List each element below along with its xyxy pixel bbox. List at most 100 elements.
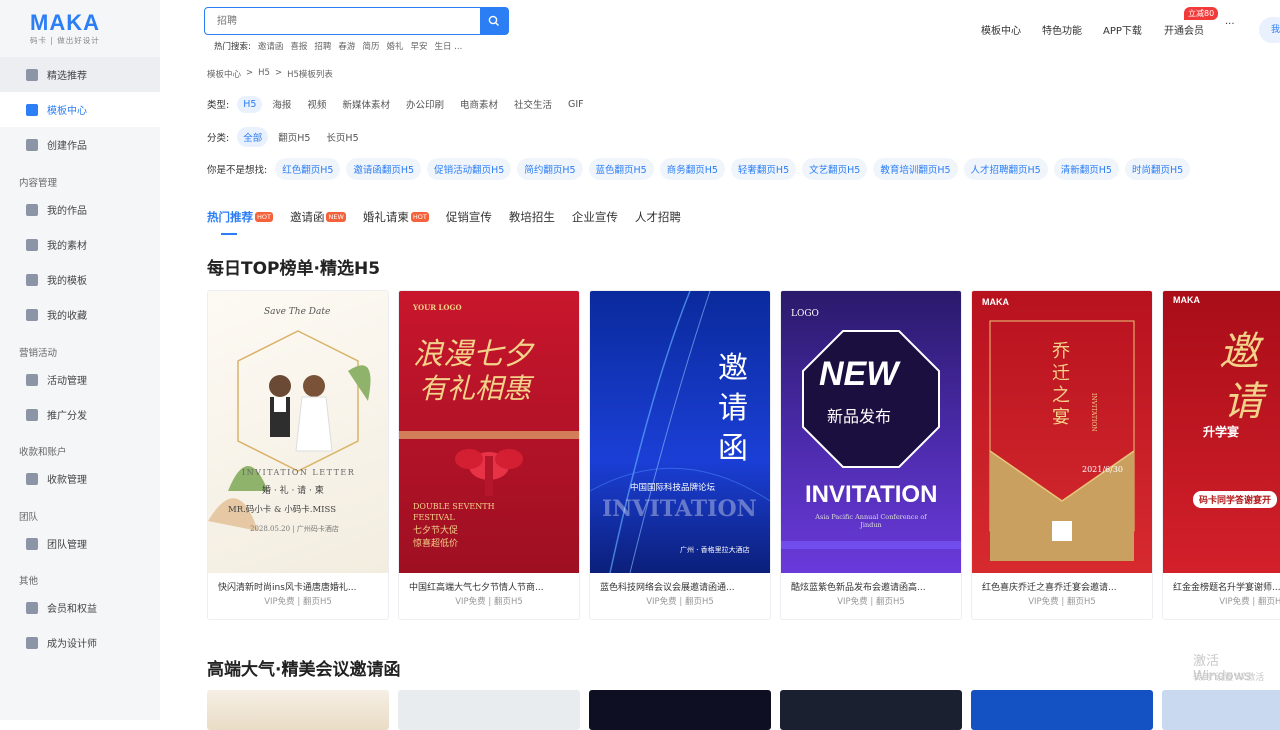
hot-term[interactable]: 婚礼 xyxy=(386,40,403,52)
sidebar-item-designer[interactable]: 成为设计师 xyxy=(0,625,160,660)
template-card[interactable]: LOGO NEW 新品发布 INVITATION Asia Pacific An… xyxy=(780,290,962,620)
tab-education[interactable]: 教培招生 xyxy=(509,208,555,226)
tab-promotion[interactable]: 促销宣传 xyxy=(446,208,492,226)
sidebar-item-payment[interactable]: 收款管理 xyxy=(0,461,160,496)
sidebar: MAKA 码卡 | 做出好设计 精选推荐 模板中心 创建作品 内容管理 我的作品… xyxy=(0,0,160,720)
tab-invitation[interactable]: 邀请函 NEW xyxy=(290,208,346,226)
vip-discount-badge: 立减80 xyxy=(1184,7,1219,20)
template-card[interactable] xyxy=(207,690,389,730)
suggest-chip[interactable]: 清新翻页H5 xyxy=(1053,158,1119,180)
type-option[interactable]: 海报 xyxy=(266,94,297,114)
template-title: 蓝色科技网络会议会展邀请函通... xyxy=(600,583,735,593)
topnav-vip[interactable]: 开通会员 xyxy=(1164,22,1204,37)
category-option[interactable]: 全部 xyxy=(237,127,269,147)
suggest-chip[interactable]: 时尚翻页H5 xyxy=(1124,158,1191,180)
type-option[interactable]: 新媒体素材 xyxy=(336,94,396,114)
sidebar-item-team[interactable]: 团队管理 xyxy=(0,526,160,561)
suggest-chip[interactable]: 文艺翻页H5 xyxy=(802,158,868,180)
suggest-chip[interactable]: 商务翻页H5 xyxy=(659,158,725,180)
sidebar-item-favorites[interactable]: 我的收藏 xyxy=(0,297,160,332)
search-bar xyxy=(204,7,509,35)
hot-term[interactable]: 早安 xyxy=(410,40,427,52)
hot-term[interactable]: 招聘 xyxy=(314,40,331,52)
bar-chart-icon xyxy=(26,373,38,386)
team-icon xyxy=(26,537,38,550)
sidebar-item-my-works[interactable]: 我的作品 xyxy=(0,192,160,227)
template-card[interactable] xyxy=(780,690,962,730)
filter-type: 类型: H5 海报 视频 新媒体素材 办公印刷 电商素材 社交生活 GIF xyxy=(207,94,594,114)
category-option[interactable]: 翻页H5 xyxy=(272,127,316,147)
type-option[interactable]: 视频 xyxy=(301,94,332,114)
template-card[interactable]: MAKA 乔迁之宴 INVITATION 2021/6/30 红色喜庆乔迁之喜乔… xyxy=(971,290,1153,620)
sidebar-item-my-templates[interactable]: 我的模板 xyxy=(0,262,160,297)
template-card[interactable] xyxy=(1162,690,1280,730)
suggest-chip[interactable]: 教育培训翻页H5 xyxy=(873,158,958,180)
search-input[interactable] xyxy=(205,8,480,34)
suggest-chip[interactable]: 促销活动翻页H5 xyxy=(427,158,512,180)
template-card[interactable] xyxy=(589,690,771,730)
type-option[interactable]: 办公印刷 xyxy=(400,94,450,114)
template-card[interactable] xyxy=(971,690,1153,730)
diamond-icon xyxy=(26,601,38,614)
hot-search: 热门搜索: 邀请函 喜报 招聘 春游 简历 婚礼 早安 生日 ... xyxy=(214,40,463,52)
hot-term[interactable]: 生日 ... xyxy=(434,40,462,52)
template-title: 红金金榜题名升学宴谢师... xyxy=(1173,583,1280,593)
filter-category: 分类: 全部 翻页H5 长页H5 xyxy=(207,127,369,147)
tab-corporate[interactable]: 企业宣传 xyxy=(572,208,618,226)
avatar[interactable]: 我 xyxy=(1259,17,1280,43)
sidebar-item-featured[interactable]: 精选推荐 xyxy=(0,57,160,92)
type-option[interactable]: 社交生活 xyxy=(508,94,558,114)
template-title: 红色喜庆乔迁之喜乔迁宴会邀请... xyxy=(982,583,1117,593)
maka-logo[interactable]: MAKA 码卡 | 做出好设计 xyxy=(30,12,120,46)
hot-term[interactable]: 春游 xyxy=(338,40,355,52)
template-title: 中国红高端大气七夕节情人节商... xyxy=(409,583,544,593)
suggest-chip[interactable]: 红色翻页H5 xyxy=(275,158,341,180)
group-team: 团队 xyxy=(19,512,39,523)
sidebar-item-distribution[interactable]: 推广分发 xyxy=(0,397,160,432)
group-content: 内容管理 xyxy=(19,178,58,189)
type-option[interactable]: GIF xyxy=(562,96,590,113)
hot-term[interactable]: 邀请函 xyxy=(258,40,284,52)
template-thumbnail: 邀 请 函 中国国际科技品牌论坛 INVITATION 广州 · 香格里拉大酒店 xyxy=(590,291,770,573)
sidebar-item-membership[interactable]: 会员和权益 xyxy=(0,590,160,625)
hot-term[interactable]: 简历 xyxy=(362,40,379,52)
hot-badge: HOT xyxy=(410,212,429,222)
sidebar-item-my-assets[interactable]: 我的素材 xyxy=(0,227,160,262)
sidebar-item-template-center[interactable]: 模板中心 xyxy=(0,92,160,127)
breadcrumb-item[interactable]: H5 xyxy=(258,68,270,80)
template-card[interactable]: Save The Date INVITATION LETTER 婚 · 礼 · … xyxy=(207,290,389,620)
section-title: 每日TOP榜单·精选H5 xyxy=(207,259,381,279)
tab-wedding[interactable]: 婚礼请柬 HOT xyxy=(363,208,429,226)
breadcrumb: 模板中心 > H5 > H5模板列表 xyxy=(207,68,333,80)
search-icon xyxy=(488,15,499,26)
template-card[interactable]: YOUR LOGO 浪漫七夕 有礼相惠 DOUBLE SEVENTH FESTI… xyxy=(398,290,580,620)
image-icon xyxy=(26,203,38,216)
envelope-illustration xyxy=(989,320,1135,561)
more-icon[interactable]: ··· xyxy=(1225,19,1235,30)
sidebar-item-create[interactable]: 创建作品 xyxy=(0,127,160,162)
topnav-template-center[interactable]: 模板中心 xyxy=(981,22,1021,37)
topnav-features[interactable]: 特色功能 xyxy=(1042,22,1082,37)
suggest-chip[interactable]: 简约翻页H5 xyxy=(517,158,583,180)
template-meta: VIP免费 | 翻页H5 xyxy=(837,597,905,607)
windows-activation-hint: 转到"设置"以激活 xyxy=(1193,673,1265,683)
template-card[interactable]: MAKA 邀 请 升学宴 码卡同学答谢宴开 红金金榜题名升学宴谢师... VIP… xyxy=(1162,290,1280,620)
suggest-chip[interactable]: 轻奢翻页H5 xyxy=(730,158,797,180)
template-card[interactable] xyxy=(398,690,580,730)
hot-term[interactable]: 喜报 xyxy=(290,40,307,52)
section-title: 高端大气·精美会议邀请函 xyxy=(207,660,401,680)
template-card[interactable]: 邀 请 函 中国国际科技品牌论坛 INVITATION 广州 · 香格里拉大酒店… xyxy=(589,290,771,620)
search-button[interactable] xyxy=(480,8,508,34)
octagon-illustration xyxy=(781,330,961,549)
type-option[interactable]: H5 xyxy=(237,95,263,113)
suggest-chip[interactable]: 蓝色翻页H5 xyxy=(588,158,654,180)
suggest-chip[interactable]: 邀请函翻页H5 xyxy=(346,158,422,180)
tab-hot[interactable]: 热门推荐 HOT xyxy=(207,208,273,235)
type-option[interactable]: 电商素材 xyxy=(454,94,504,114)
topnav-app-download[interactable]: APP下载 xyxy=(1103,22,1142,37)
sidebar-item-activity[interactable]: 活动管理 xyxy=(0,362,160,397)
category-option[interactable]: 长页H5 xyxy=(320,127,364,147)
suggest-chip[interactable]: 人才招聘翻页H5 xyxy=(963,158,1048,180)
tab-recruit[interactable]: 人才招聘 xyxy=(635,208,681,226)
breadcrumb-item[interactable]: 模板中心 xyxy=(207,68,241,80)
